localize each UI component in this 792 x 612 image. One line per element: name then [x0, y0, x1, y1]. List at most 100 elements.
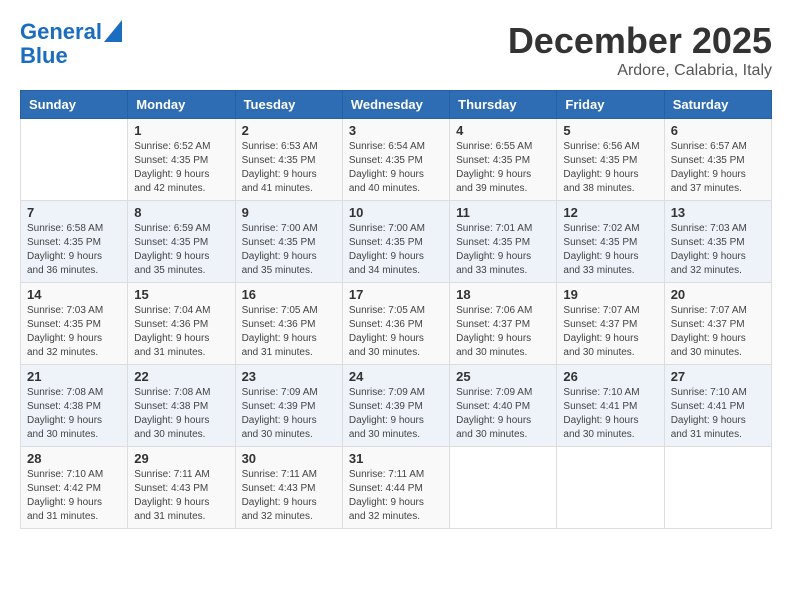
table-cell: 16 Sunrise: 7:05 AMSunset: 4:36 PMDayligh… — [235, 283, 342, 365]
day-number: 14 — [27, 287, 121, 302]
day-number: 19 — [563, 287, 657, 302]
day-number: 25 — [456, 369, 550, 384]
cell-content: Sunrise: 7:10 AMSunset: 4:41 PMDaylight:… — [563, 386, 657, 442]
month-title: December 2025 — [508, 20, 772, 62]
day-number: 16 — [242, 287, 336, 302]
table-cell: 11Sunrise: 7:01 AMSunset: 4:35 PMDayligh… — [450, 201, 557, 283]
day-number: 1 — [134, 123, 228, 138]
table-cell — [557, 447, 664, 529]
cell-content: Sunrise: 7:09 AMSunset: 4:39 PMDaylight:… — [242, 386, 336, 442]
table-cell: 26 Sunrise: 7:10 AMSunset: 4:41 PMDayligh… — [557, 365, 664, 447]
table-cell: 24 Sunrise: 7:09 AMSunset: 4:39 PMDayligh… — [342, 365, 449, 447]
day-number: 11 — [456, 205, 550, 220]
table-cell — [450, 447, 557, 529]
cell-content: Sunrise: 7:09 AMSunset: 4:40 PMDaylight:… — [456, 386, 550, 442]
day-number: 2 — [242, 123, 336, 138]
day-number: 29 — [134, 451, 228, 466]
cell-content: Sunrise: 7:10 AMSunset: 4:42 PMDaylight:… — [27, 468, 121, 524]
day-number: 5 — [563, 123, 657, 138]
day-number: 15 — [134, 287, 228, 302]
cell-content: Sunrise: 6:59 AMSunset: 4:35 PMDaylight:… — [134, 222, 228, 278]
cell-content: Sunrise: 7:07 AMSunset: 4:37 PMDaylight:… — [563, 304, 657, 360]
table-cell: 19 Sunrise: 7:07 AMSunset: 4:37 PMDayligh… — [557, 283, 664, 365]
cell-content: Sunrise: 6:55 AMSunset: 4:35 PMDaylight:… — [456, 140, 550, 196]
cell-content: Sunrise: 6:53 AMSunset: 4:35 PMDaylight:… — [242, 140, 336, 196]
week-row-5: 28 Sunrise: 7:10 AMSunset: 4:42 PMDayligh… — [21, 447, 772, 529]
table-cell: 23 Sunrise: 7:09 AMSunset: 4:39 PMDayligh… — [235, 365, 342, 447]
table-cell: 21 Sunrise: 7:08 AMSunset: 4:38 PMDayligh… — [21, 365, 128, 447]
day-number: 12 — [563, 205, 657, 220]
day-number: 13 — [671, 205, 765, 220]
day-number: 8 — [134, 205, 228, 220]
table-cell: 31 Sunrise: 7:11 AMSunset: 4:44 PMDayligh… — [342, 447, 449, 529]
day-number: 21 — [27, 369, 121, 384]
day-number: 22 — [134, 369, 228, 384]
table-cell — [21, 119, 128, 201]
cell-content: Sunrise: 7:03 AMSunset: 4:35 PMDaylight:… — [27, 304, 121, 360]
table-cell: 15 Sunrise: 7:04 AMSunset: 4:36 PMDayligh… — [128, 283, 235, 365]
cell-content: Sunrise: 7:11 AMSunset: 4:43 PMDaylight:… — [134, 468, 228, 524]
table-cell: 28 Sunrise: 7:10 AMSunset: 4:42 PMDayligh… — [21, 447, 128, 529]
cell-content: Sunrise: 7:07 AMSunset: 4:37 PMDaylight:… — [671, 304, 765, 360]
table-cell: 3Sunrise: 6:54 AMSunset: 4:35 PMDaylight… — [342, 119, 449, 201]
header-tuesday: Tuesday — [235, 91, 342, 119]
cell-content: Sunrise: 7:11 AMSunset: 4:44 PMDaylight:… — [349, 468, 443, 524]
header-row: SundayMondayTuesdayWednesdayThursdayFrid… — [21, 91, 772, 119]
page-header: General Blue December 2025 Ardore, Calab… — [20, 20, 772, 80]
week-row-3: 14 Sunrise: 7:03 AMSunset: 4:35 PMDayligh… — [21, 283, 772, 365]
day-number: 20 — [671, 287, 765, 302]
table-cell: 7Sunrise: 6:58 AMSunset: 4:35 PMDaylight… — [21, 201, 128, 283]
table-cell: 2 Sunrise: 6:53 AMSunset: 4:35 PMDaylight… — [235, 119, 342, 201]
cell-content: Sunrise: 6:54 AMSunset: 4:35 PMDaylight:… — [349, 140, 443, 196]
header-wednesday: Wednesday — [342, 91, 449, 119]
table-cell: 29 Sunrise: 7:11 AMSunset: 4:43 PMDayligh… — [128, 447, 235, 529]
cell-content: Sunrise: 7:08 AMSunset: 4:38 PMDaylight:… — [27, 386, 121, 442]
cell-content: Sunrise: 7:00 AMSunset: 4:35 PMDaylight:… — [242, 222, 336, 278]
cell-content: Sunrise: 7:00 AMSunset: 4:35 PMDaylight:… — [349, 222, 443, 278]
cell-content: Sunrise: 7:09 AMSunset: 4:39 PMDaylight:… — [349, 386, 443, 442]
week-row-2: 7Sunrise: 6:58 AMSunset: 4:35 PMDaylight… — [21, 201, 772, 283]
logo: General Blue — [20, 20, 122, 68]
week-row-4: 21 Sunrise: 7:08 AMSunset: 4:38 PMDayligh… — [21, 365, 772, 447]
cell-content: Sunrise: 7:08 AMSunset: 4:38 PMDaylight:… — [134, 386, 228, 442]
table-cell: 9 Sunrise: 7:00 AMSunset: 4:35 PMDaylight… — [235, 201, 342, 283]
logo-text-line1: General — [20, 20, 102, 44]
day-number: 4 — [456, 123, 550, 138]
day-number: 9 — [242, 205, 336, 220]
logo-text-line2: Blue — [20, 43, 68, 68]
day-number: 26 — [563, 369, 657, 384]
day-number: 10 — [349, 205, 443, 220]
table-cell: 20 Sunrise: 7:07 AMSunset: 4:37 PMDayligh… — [664, 283, 771, 365]
table-cell: 27Sunrise: 7:10 AMSunset: 4:41 PMDayligh… — [664, 365, 771, 447]
title-section: December 2025 Ardore, Calabria, Italy — [508, 20, 772, 80]
table-cell: 30Sunrise: 7:11 AMSunset: 4:43 PMDayligh… — [235, 447, 342, 529]
logo-arrow-icon — [104, 20, 122, 42]
table-cell: 6 Sunrise: 6:57 AMSunset: 4:35 PMDaylight… — [664, 119, 771, 201]
cell-content: Sunrise: 6:57 AMSunset: 4:35 PMDaylight:… — [671, 140, 765, 196]
calendar-header: SundayMondayTuesdayWednesdayThursdayFrid… — [21, 91, 772, 119]
cell-content: Sunrise: 7:05 AMSunset: 4:36 PMDaylight:… — [349, 304, 443, 360]
table-cell: 13 Sunrise: 7:03 AMSunset: 4:35 PMDayligh… — [664, 201, 771, 283]
day-number: 28 — [27, 451, 121, 466]
cell-content: Sunrise: 7:05 AMSunset: 4:36 PMDaylight:… — [242, 304, 336, 360]
table-cell: 10 Sunrise: 7:00 AMSunset: 4:35 PMDayligh… — [342, 201, 449, 283]
day-number: 6 — [671, 123, 765, 138]
day-number: 23 — [242, 369, 336, 384]
header-friday: Friday — [557, 91, 664, 119]
day-number: 24 — [349, 369, 443, 384]
table-cell: 1Sunrise: 6:52 AMSunset: 4:35 PMDaylight… — [128, 119, 235, 201]
table-cell: 12Sunrise: 7:02 AMSunset: 4:35 PMDayligh… — [557, 201, 664, 283]
day-number: 18 — [456, 287, 550, 302]
day-number: 31 — [349, 451, 443, 466]
cell-content: Sunrise: 7:04 AMSunset: 4:36 PMDaylight:… — [134, 304, 228, 360]
table-cell: 5 Sunrise: 6:56 AMSunset: 4:35 PMDaylight… — [557, 119, 664, 201]
table-cell — [664, 447, 771, 529]
cell-content: Sunrise: 7:03 AMSunset: 4:35 PMDaylight:… — [671, 222, 765, 278]
table-cell: 14 Sunrise: 7:03 AMSunset: 4:35 PMDayligh… — [21, 283, 128, 365]
cell-content: Sunrise: 6:58 AMSunset: 4:35 PMDaylight:… — [27, 222, 121, 278]
header-saturday: Saturday — [664, 91, 771, 119]
cell-content: Sunrise: 6:56 AMSunset: 4:35 PMDaylight:… — [563, 140, 657, 196]
cell-content: Sunrise: 7:10 AMSunset: 4:41 PMDaylight:… — [671, 386, 765, 442]
table-cell: 18Sunrise: 7:06 AMSunset: 4:37 PMDayligh… — [450, 283, 557, 365]
calendar-body: 1Sunrise: 6:52 AMSunset: 4:35 PMDaylight… — [21, 119, 772, 529]
